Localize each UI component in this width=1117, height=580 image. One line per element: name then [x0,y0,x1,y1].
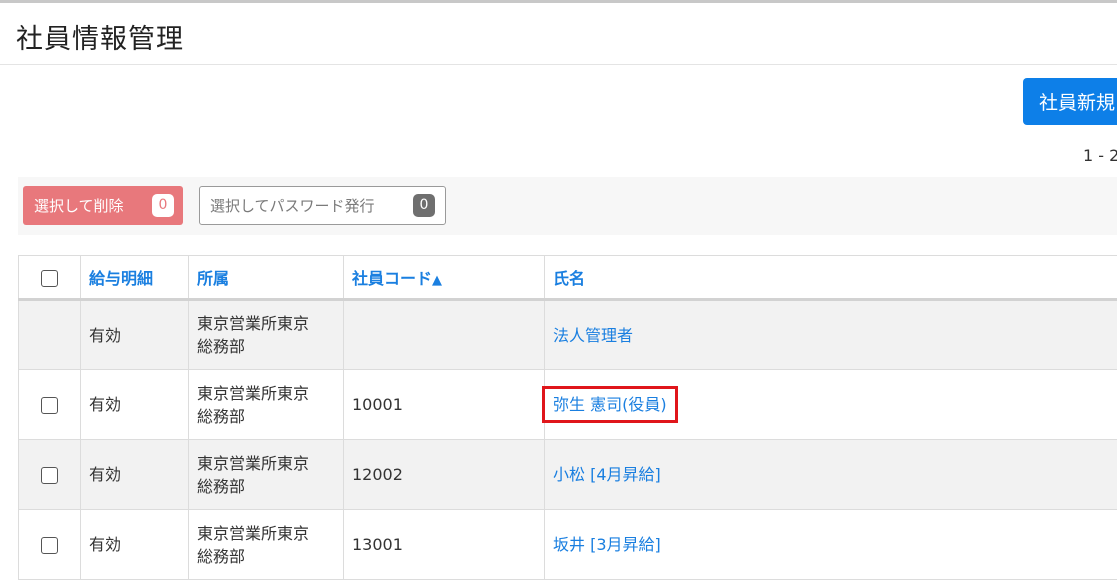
highlight-box: 弥生 憲司(役員) [542,386,678,423]
department-line1: 東京営業所東京 [197,382,343,405]
department-line1: 東京営業所東京 [197,452,343,475]
employee-name-link[interactable]: 法人管理者 [553,326,633,345]
department-cell: 東京営業所東京 総務部 [189,510,344,580]
delete-count-badge: 0 [152,194,174,217]
payslip-cell: 有効 [81,440,189,510]
delete-selected-button[interactable]: 選択して削除 0 [23,186,183,225]
row-select-cell [19,440,81,510]
code-cell [344,300,545,370]
row-checkbox[interactable] [41,537,58,554]
employee-name-link[interactable]: 坂井 [3月昇給] [553,535,661,554]
employee-name-link[interactable]: 弥生 憲司(役員) [553,395,667,414]
department-line1: 東京営業所東京 [197,312,343,335]
password-count-badge: 0 [413,194,435,217]
new-employee-button[interactable]: 社員新規 [1023,78,1117,125]
employee-name-link[interactable]: 小松 [4月昇給] [553,465,661,484]
name-cell: 弥生 憲司(役員) [545,370,1117,440]
table-row: 有効 東京営業所東京 総務部 13001 坂井 [3月昇給] [19,510,1117,580]
page-header: 社員情報管理 [0,3,1117,65]
issue-password-label: 選択してパスワード発行 [210,197,375,215]
code-cell: 10001 [344,370,545,440]
issue-password-button[interactable]: 選択してパスワード発行 0 [199,186,446,225]
department-line1: 東京営業所東京 [197,522,343,545]
column-header-code[interactable]: 社員コード▲ [344,256,545,300]
payslip-cell: 有効 [81,370,189,440]
column-header-name[interactable]: 氏名 [545,256,1117,300]
row-checkbox[interactable] [41,467,58,484]
select-all-checkbox[interactable] [41,270,58,287]
department-cell: 東京営業所東京 総務部 [189,440,344,510]
department-line2: 総務部 [197,475,343,498]
column-header-code-label: 社員コード [352,269,432,288]
row-select-cell [19,510,81,580]
row-checkbox[interactable] [41,397,58,414]
row-select-cell [19,370,81,440]
name-cell: 小松 [4月昇給] [545,440,1117,510]
page-title: 社員情報管理 [16,17,184,56]
payslip-cell: 有効 [81,300,189,370]
row-select-cell [19,300,81,370]
department-line2: 総務部 [197,405,343,428]
column-header-department[interactable]: 所属 [189,256,344,300]
table-row: 有効 東京営業所東京 総務部 法人管理者 [19,300,1117,370]
name-cell: 法人管理者 [545,300,1117,370]
column-header-payslip[interactable]: 給与明細 [81,256,189,300]
table-row: 有効 東京営業所東京 総務部 10001 弥生 憲司(役員) [19,370,1117,440]
code-cell: 13001 [344,510,545,580]
name-cell: 坂井 [3月昇給] [545,510,1117,580]
sort-ascending-icon: ▲ [432,273,442,288]
select-all-cell [19,256,81,300]
table-row: 有効 東京営業所東京 総務部 12002 小松 [4月昇給] [19,440,1117,510]
delete-selected-label: 選択して削除 [34,197,124,215]
pagination-range: 1 - 2 [1083,146,1117,165]
payslip-cell: 有効 [81,510,189,580]
department-line2: 総務部 [197,335,343,358]
department-cell: 東京営業所東京 総務部 [189,370,344,440]
employee-table: 給与明細 所属 社員コード▲ 氏名 有効 東京営業所東京 総務部 法人管理者 [18,255,1117,580]
table-header-row: 給与明細 所属 社員コード▲ 氏名 [19,256,1117,300]
department-line2: 総務部 [197,545,343,568]
department-cell: 東京営業所東京 総務部 [189,300,344,370]
code-cell: 12002 [344,440,545,510]
bulk-action-bar: 選択して削除 0 選択してパスワード発行 0 [18,177,1117,235]
